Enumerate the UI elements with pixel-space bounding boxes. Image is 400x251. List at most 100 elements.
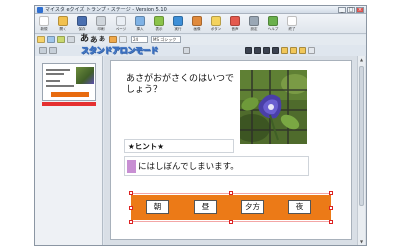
- resize-handle[interactable]: [329, 220, 333, 224]
- cut-icon[interactable]: [37, 36, 45, 43]
- maximize-button[interactable]: □: [347, 7, 355, 13]
- exit-icon: [287, 16, 297, 26]
- sound-icon: [230, 16, 240, 26]
- insert-icon: [135, 16, 145, 26]
- paste-icon[interactable]: [57, 36, 65, 43]
- choice-bar[interactable]: 朝 昼 夕方 夜: [131, 195, 331, 220]
- choice-button-evening[interactable]: 夕方: [241, 200, 264, 214]
- toolbar-label: 設定: [250, 27, 258, 31]
- toolbar-label: 表示: [155, 27, 163, 31]
- toolbar-label: 新規: [40, 27, 48, 31]
- format-toolbar: あ あ あ 24 MS ゴシック: [35, 35, 366, 45]
- window-title: マイスタ eクイズ トランプ・ステージ - Version 5.10: [45, 7, 167, 13]
- toolbar-open-button[interactable]: 開く: [56, 15, 70, 33]
- toolbar-print-button[interactable]: 印刷: [94, 15, 108, 33]
- toolbar-help-button[interactable]: ヘルプ: [266, 15, 280, 33]
- toolbar-exit-button[interactable]: 終了: [285, 15, 299, 33]
- vertical-scrollbar[interactable]: ▲ ▼: [357, 56, 365, 245]
- page-thumbnail[interactable]: [42, 63, 96, 101]
- rotate-right-icon[interactable]: [254, 47, 261, 54]
- resize-handle[interactable]: [229, 191, 233, 195]
- toolbar-insert-button[interactable]: 挿入: [133, 15, 147, 33]
- resize-handle[interactable]: [129, 220, 133, 224]
- toolbar-label: ボタン: [210, 27, 222, 31]
- ungroup-icon[interactable]: [308, 47, 315, 54]
- choice-button-noon[interactable]: 昼: [194, 200, 217, 214]
- font-small-button[interactable]: あ: [99, 35, 105, 44]
- toolbar-new-button[interactable]: 新規: [37, 15, 51, 33]
- font-size-field[interactable]: 24: [131, 36, 148, 43]
- help-icon: [268, 16, 278, 26]
- scroll-up-icon[interactable]: ▲: [359, 57, 364, 62]
- answer-blank: [127, 160, 136, 173]
- toolbar-label: 開く: [59, 27, 67, 31]
- bring-front-icon[interactable]: [281, 47, 288, 54]
- choice-button-morning[interactable]: 朝: [146, 200, 169, 214]
- folder-icon: [58, 16, 68, 26]
- choice-button-night[interactable]: 夜: [288, 200, 311, 214]
- toolbar-label: 終了: [288, 27, 296, 31]
- toolbar-save-button[interactable]: 保存: [75, 15, 89, 33]
- toolbar-page-button[interactable]: ページ: [114, 15, 128, 33]
- toolbar-label: 挿入: [136, 27, 144, 31]
- flip-horizontal-icon[interactable]: [263, 47, 270, 54]
- thumb-choice-bar: [51, 92, 89, 97]
- printer-icon: [96, 16, 106, 26]
- toolbar-sound-button[interactable]: 音声: [228, 15, 242, 33]
- undo-icon[interactable]: [67, 36, 75, 43]
- toolbar-button-button[interactable]: ボタン: [209, 15, 223, 33]
- thumb-text-line: [46, 80, 60, 82]
- app-window: マイスタ eクイズ トランプ・ステージ - Version 5.10 _ □ ×…: [34, 5, 367, 246]
- scroll-thumb[interactable]: [359, 66, 364, 206]
- rotate-left-icon[interactable]: [245, 47, 252, 54]
- font-large-button[interactable]: あ: [80, 35, 89, 44]
- app-icon: [37, 7, 43, 13]
- page-icon: [116, 16, 126, 26]
- mode-toolbar: スタンドアロンモード: [35, 45, 366, 56]
- scroll-down-icon[interactable]: ▼: [359, 239, 364, 244]
- text-color-icon[interactable]: [109, 36, 117, 43]
- new-document-icon: [39, 16, 49, 26]
- resize-handle[interactable]: [129, 191, 133, 195]
- align-icon[interactable]: [119, 36, 127, 43]
- save-icon: [77, 16, 87, 26]
- preview-icon[interactable]: [183, 47, 190, 54]
- toolbar-label: ページ: [115, 27, 127, 31]
- group-icon[interactable]: [299, 47, 306, 54]
- toolbar-label: 画像: [193, 27, 201, 31]
- resize-handle[interactable]: [129, 206, 133, 210]
- mode-label: スタンドアロンモード: [81, 46, 159, 56]
- copy-icon[interactable]: [47, 36, 55, 43]
- thumb-selected-indicator: [42, 102, 96, 106]
- main-toolbar: 新規 開く 保存 印刷 ページ 挿入 表示 実行 画像 ボタン 音声 設定 ヘル…: [35, 14, 366, 34]
- run-icon: [173, 16, 183, 26]
- toolbar-label: 保存: [78, 27, 86, 31]
- toolbar-run-button[interactable]: 実行: [171, 15, 185, 33]
- morning-glory-photo[interactable]: [240, 70, 307, 144]
- layer-icon[interactable]: [49, 47, 57, 54]
- question-text[interactable]: あさがおがさくのはいつでしょう？: [126, 74, 236, 96]
- thumb-photo: [76, 67, 94, 84]
- slide[interactable]: あさがおがさくのはいつでしょう？ ★ヒント★ にはしぼんでしまいます。 朝 昼 …: [110, 60, 352, 240]
- resize-handle[interactable]: [229, 220, 233, 224]
- grid-icon[interactable]: [39, 47, 47, 54]
- send-back-icon[interactable]: [290, 47, 297, 54]
- resize-handle[interactable]: [329, 191, 333, 195]
- close-button[interactable]: ×: [356, 7, 364, 13]
- toolbar-image-button[interactable]: 画像: [190, 15, 204, 33]
- toolbar-label: 印刷: [97, 27, 105, 31]
- toolbar-settings-button[interactable]: 設定: [247, 15, 261, 33]
- thumb-text-line: [46, 73, 64, 75]
- font-name-field[interactable]: MS ゴシック: [151, 36, 181, 43]
- toolbar-view-button[interactable]: 表示: [152, 15, 166, 33]
- flip-vertical-icon[interactable]: [272, 47, 279, 54]
- answer-box[interactable]: にはしぼんでしまいます。: [124, 156, 309, 176]
- page-list-panel: [35, 56, 103, 245]
- hint-box[interactable]: ★ヒント★: [124, 139, 234, 153]
- resize-handle[interactable]: [329, 206, 333, 210]
- gear-icon: [249, 16, 259, 26]
- title-bar: マイスタ eクイズ トランプ・ステージ - Version 5.10 _ □ ×: [35, 6, 366, 14]
- minimize-button[interactable]: _: [338, 7, 346, 13]
- view-icon: [154, 16, 164, 26]
- font-medium-button[interactable]: あ: [90, 35, 98, 44]
